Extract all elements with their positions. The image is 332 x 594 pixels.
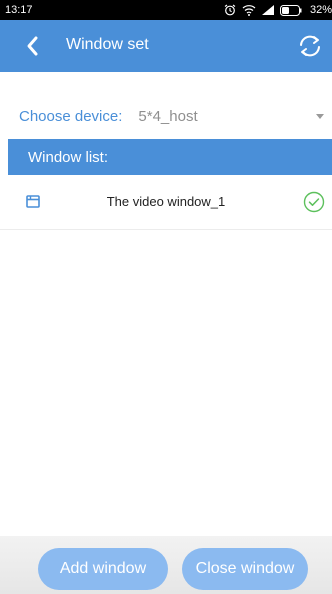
status-time: 13:17 xyxy=(5,4,33,16)
device-selector[interactable]: Choose device: 5*4_host xyxy=(0,96,332,136)
action-bar: Add window Close window xyxy=(0,536,332,594)
close-window-button[interactable]: Close window xyxy=(182,548,308,590)
device-value: 5*4_host xyxy=(138,107,198,125)
check-circle-icon[interactable] xyxy=(303,191,325,213)
page-title: Window set xyxy=(66,36,149,53)
window-list-header: Window list: xyxy=(8,139,332,175)
chevron-down-icon xyxy=(316,114,324,119)
wifi-icon xyxy=(242,5,256,16)
device-label: Choose device: xyxy=(19,107,123,125)
list-item[interactable]: The video window_1 xyxy=(0,176,332,230)
back-button[interactable] xyxy=(22,34,46,58)
battery-icon xyxy=(279,4,302,16)
refresh-button[interactable] xyxy=(296,32,324,60)
window-name: The video window_1 xyxy=(106,194,226,209)
add-window-button[interactable]: Add window xyxy=(38,548,168,590)
app-bar: Window set xyxy=(0,20,332,72)
status-bar: 13:17 32% xyxy=(0,0,332,20)
back-arrow-icon xyxy=(27,36,38,56)
status-icons: 32% xyxy=(224,2,332,18)
refresh-icon xyxy=(300,35,320,57)
signal-icon xyxy=(261,5,274,15)
battery-level: 32% xyxy=(309,4,332,16)
alarm-icon xyxy=(224,4,236,16)
